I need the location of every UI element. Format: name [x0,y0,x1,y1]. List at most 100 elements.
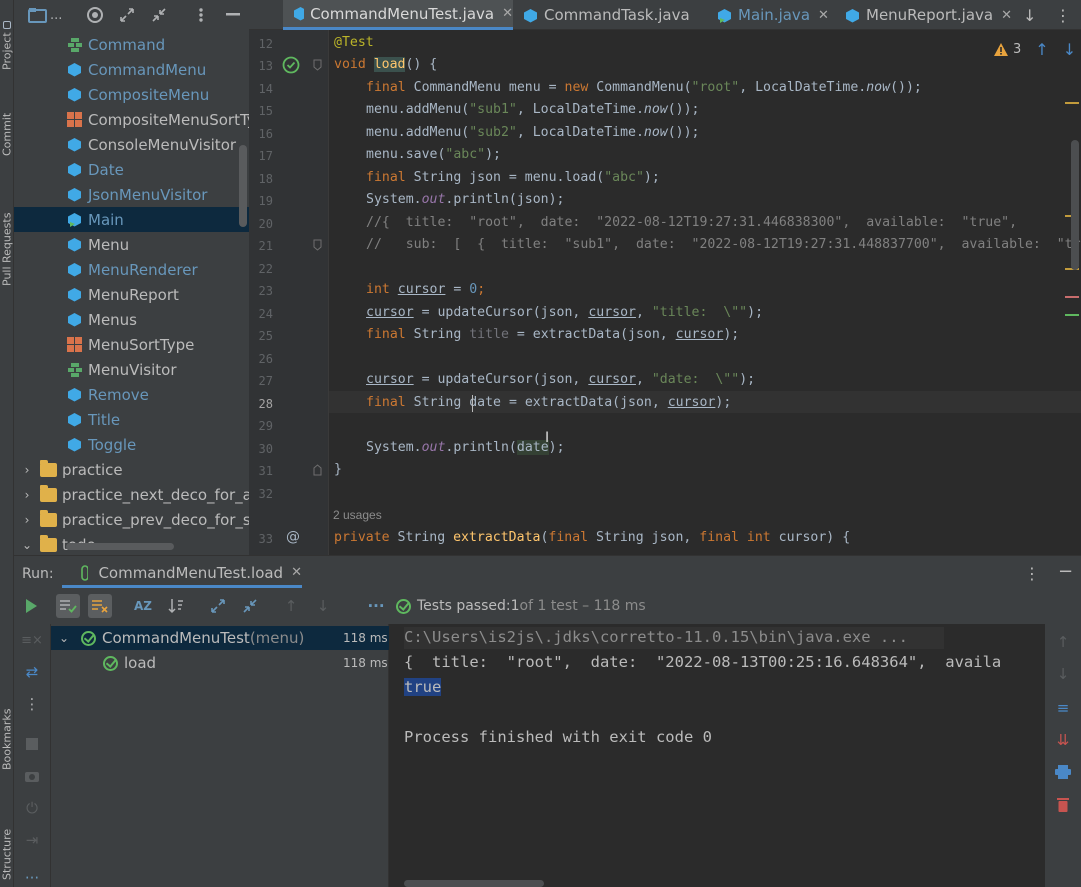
chevron-right-icon[interactable]: › [20,488,34,502]
tree-item-consolemenuvisitor[interactable]: ConsoleMenuVisitor [14,132,249,157]
project-tab-label: Project [0,32,14,70]
tree-item-practice-prev-deco-for-sect[interactable]: › practice_prev_deco_for_sect [14,507,249,532]
print-icon[interactable] [1051,760,1075,784]
project-vertical-scrollbar[interactable] [239,145,247,227]
enum-icon [66,336,83,353]
inspection-widget[interactable]: 3 ↑ ↓ [993,40,1076,59]
test-suite-row[interactable]: ⌄ CommandMenuTest (menu) [59,629,304,647]
tree-item-compositemenusorttype[interactable]: CompositeMenuSortType [14,107,249,132]
scroll-down-icon[interactable]: ↓ [1051,662,1075,686]
project-view-dropdown[interactable]: ... [28,4,68,26]
close-tab-icon[interactable]: ✕ [502,6,513,21]
test-case-row[interactable]: load [103,654,156,672]
tree-item-menureport[interactable]: MenuReport [14,282,249,307]
bookmarks-tool-tab[interactable]: Bookmarks [0,690,14,770]
tab-commandtask[interactable]: CommandTask.java [523,0,713,30]
previous-failed-icon[interactable]: ↑ [279,594,303,618]
run-test-gutter-icon[interactable] [282,56,300,78]
usages-hint[interactable]: 2 usages [333,508,382,522]
chevron-right-icon[interactable]: › [20,463,34,477]
tree-item-menus[interactable]: Menus [14,307,249,332]
sort-alphabetically-icon[interactable]: AZ [131,594,155,618]
tree-item-label: Command [88,35,166,54]
tree-item-commandmenu[interactable]: CommandMenu [14,57,249,82]
sort-by-duration-icon[interactable] [164,594,188,618]
more-icon[interactable]: ··· [20,866,44,887]
close-tab-icon[interactable]: ✕ [291,565,302,580]
next-failed-icon[interactable]: ↓ [311,594,335,618]
expand-all-icon[interactable] [206,594,230,618]
prev-highlight-icon[interactable]: ↑ [1035,40,1048,59]
hide-panel-icon[interactable]: − [1058,561,1073,582]
commit-tool-tab[interactable]: Commit [0,90,14,156]
chevron-right-icon[interactable]: › [20,513,34,527]
tree-item-main[interactable]: Main [14,207,249,232]
tree-item-date[interactable]: Date [14,157,249,182]
project-horizontal-scrollbar[interactable] [66,543,174,550]
close-tab-icon[interactable]: ✕ [1001,8,1012,23]
project-toolbar: ... [14,0,249,30]
camera-icon[interactable] [20,764,44,788]
tab-menureport[interactable]: MenuReport.java ✕ [845,0,1025,30]
tree-item-menuvisitor[interactable]: MenuVisitor [14,357,249,382]
collapse-all-icon[interactable] [238,594,262,618]
tree-item-jsonmenuvisitor[interactable]: JsonMenuVisitor [14,182,249,207]
structure-tool-tab[interactable]: Structure [0,790,14,880]
tree-item-remove[interactable]: Remove [14,382,249,407]
more-actions-icon[interactable]: ··· [364,594,388,618]
rerun-icon[interactable] [19,594,43,618]
tab-options-icon[interactable]: ⋮ [1055,0,1075,30]
tab-main[interactable]: Main.java ✕ [717,0,837,30]
tree-item-toggle[interactable]: Toggle [14,432,249,457]
editor-vertical-scrollbar[interactable] [1071,140,1079,270]
scroll-up-icon[interactable]: ↑ [1051,630,1075,654]
tree-item-menu[interactable]: Menu [14,232,249,257]
show-ignored-icon[interactable] [88,594,112,618]
line-number: 22 [258,262,273,276]
chevron-down-icon[interactable]: ⌄ [59,631,75,645]
line-number: 29 [258,419,273,433]
tab-commandmenutest[interactable]: CommandMenuTest.java ✕ [283,0,513,30]
clear-all-icon[interactable] [1051,792,1075,816]
plug-icon[interactable]: ⏻ [20,796,44,820]
pull-requests-tool-tab[interactable]: Pull Requests [0,176,14,286]
exit-icon[interactable]: ⇥ [20,828,44,852]
locate-file-icon[interactable] [84,4,106,26]
console-horizontal-scrollbar[interactable] [404,880,544,887]
soft-wrap-icon[interactable]: ≡ [1051,696,1075,720]
fold-icon[interactable] [313,59,322,75]
change-stripe-mark[interactable] [1065,314,1079,316]
next-highlight-icon[interactable]: ↓ [1063,40,1076,59]
class-icon [66,386,83,403]
fold-icon[interactable] [313,464,322,480]
expand-all-icon[interactable] [116,4,138,26]
scroll-to-end-icon[interactable]: ⇊ [1051,728,1075,752]
tree-item-compositemenu[interactable]: CompositeMenu [14,82,249,107]
collapse-all-icon[interactable] [148,4,170,26]
fold-icon[interactable] [313,239,322,255]
tree-item-title[interactable]: Title [14,407,249,432]
implements-gutter-icon[interactable]: @ [286,529,300,545]
toggle-list-icon[interactable]: ≡× [20,628,44,652]
stop-icon[interactable] [20,732,44,756]
console-command-line: C:\Users\is2js\.jdks\corretto-11.0.15\bi… [404,628,908,646]
hide-panel-icon[interactable] [222,4,244,26]
warning-stripe-mark[interactable] [1065,102,1079,104]
options-kebab-icon[interactable] [190,4,212,26]
tab-overflow-down-icon[interactable]: ↓ [1023,0,1043,30]
chevron-down-icon[interactable]: ⌄ [20,538,34,552]
tree-item-practice[interactable]: › practice [14,457,249,482]
options-kebab-icon[interactable]: ⋮ [1024,564,1040,583]
error-stripe-mark[interactable] [1065,296,1079,298]
show-passed-icon[interactable] [56,594,80,618]
run-config-tab[interactable]: CommandMenuTest.load ✕ [62,560,302,588]
tree-item-menusorttype[interactable]: MenuSortType [14,332,249,357]
console-output[interactable]: C:\Users\is2js\.jdks\corretto-11.0.15\bi… [390,624,1045,887]
project-tool-tab[interactable]: Project [0,0,14,70]
tree-item-menurenderer[interactable]: MenuRenderer [14,257,249,282]
options-kebab-icon[interactable]: ⋮ [20,692,44,716]
tree-item-practice-next-deco-for-add[interactable]: › practice_next_deco_for_add [14,482,249,507]
close-tab-icon[interactable]: ✕ [818,8,829,23]
tree-item-command[interactable]: Command [14,32,249,57]
swap-icon[interactable]: ⇄ [20,660,44,684]
